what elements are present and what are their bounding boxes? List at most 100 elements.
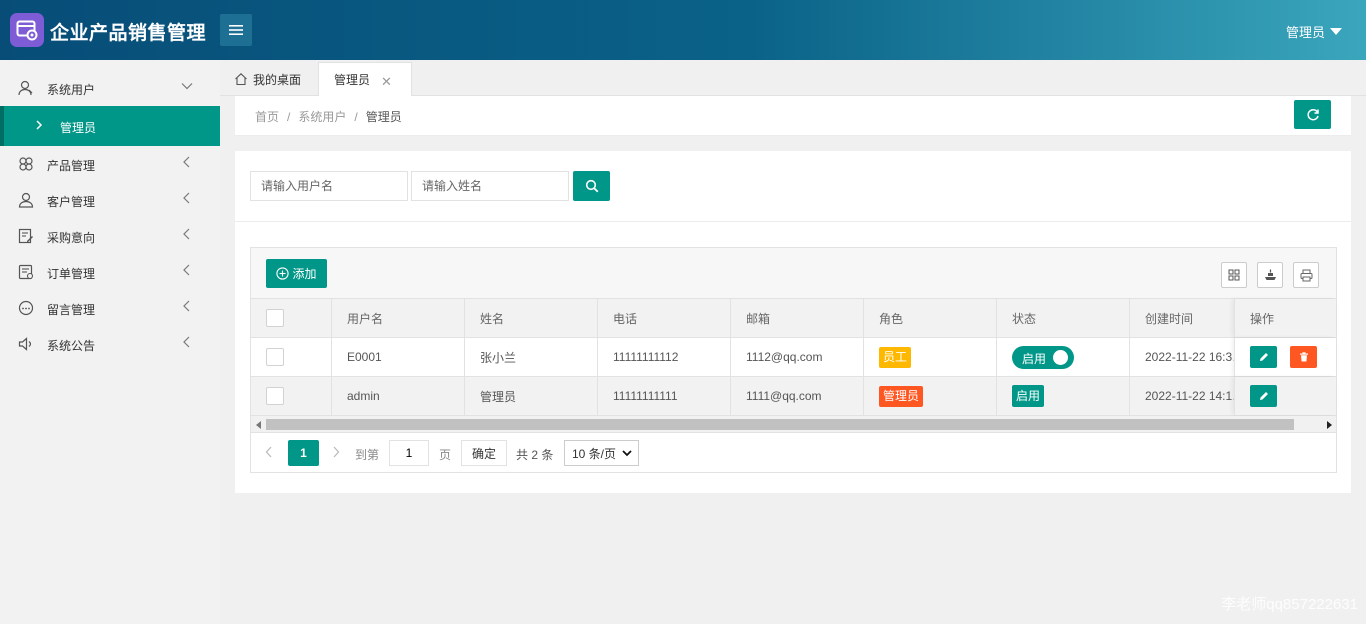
export-icon <box>1264 269 1276 280</box>
column-header[interactable]: 用户名 <box>332 299 465 337</box>
sidebar-item-purchase-intent[interactable]: 采购意向 <box>0 218 220 254</box>
app-title: 企业产品销售管理 <box>50 23 207 44</box>
horizontal-scrollbar[interactable] <box>251 416 1336 433</box>
sidebar-item-announcements[interactable]: 系统公告 <box>0 326 220 362</box>
row-select-cell <box>251 338 332 376</box>
current-page-button[interactable]: 1 <box>288 440 319 466</box>
speaker-icon <box>18 337 32 351</box>
user-icon <box>18 80 33 96</box>
edit-button[interactable] <box>1250 385 1277 407</box>
scroll-left-arrow-icon[interactable] <box>256 421 261 429</box>
status-label: 启用 <box>1012 385 1045 407</box>
table-row: E0001 张小兰 11111111112 1112@qq.com 员工 启用 … <box>251 338 1336 377</box>
column-header: 操作 <box>1250 311 1275 326</box>
search-bar <box>235 151 1351 222</box>
order-icon <box>18 264 34 280</box>
sidebar-item-products[interactable]: 产品管理 <box>0 146 220 182</box>
cell-created: 2022-11-22 16:3… <box>1145 350 1234 364</box>
scroll-right-arrow-icon[interactable] <box>1327 421 1332 429</box>
column-header[interactable]: 角色 <box>864 299 997 337</box>
cell-created: 2022-11-22 14:1… <box>1145 389 1234 403</box>
close-icon[interactable]: ✕ <box>381 74 392 90</box>
printer-icon <box>1300 269 1312 281</box>
status-toggle-label: 启用 <box>1022 351 1047 366</box>
column-header[interactable]: 邮箱 <box>731 299 864 337</box>
username-search-input[interactable] <box>250 171 408 201</box>
add-button-label: 添加 <box>292 267 317 281</box>
chevron-left-icon <box>183 156 190 168</box>
cell-phone: 11111111111 <box>598 377 731 415</box>
top-header: 企业产品销售管理 管理员 <box>0 0 1366 60</box>
clover-icon <box>19 157 33 171</box>
print-button[interactable] <box>1293 262 1319 288</box>
sidebar-item-orders[interactable]: 订单管理 <box>0 254 220 290</box>
caret-down-icon <box>1330 28 1342 35</box>
toggle-knob <box>1053 349 1068 365</box>
user-menu[interactable]: 管理员 <box>1286 22 1342 41</box>
scrollbar-thumb[interactable] <box>266 419 1294 430</box>
refresh-button[interactable] <box>1294 100 1331 129</box>
select-all-checkbox[interactable] <box>266 309 284 327</box>
goto-confirm-button[interactable]: 确定 <box>461 440 507 466</box>
sidebar-subitem-label: 管理员 <box>60 121 97 135</box>
plus-circle-icon <box>276 267 290 280</box>
column-header[interactable]: 创建时间 <box>1130 299 1234 337</box>
breadcrumb-separator: / <box>354 110 358 124</box>
table-row: admin 管理员 11111111111 1111@qq.com 管理员 启用… <box>251 377 1336 416</box>
chevron-left-icon <box>183 228 190 240</box>
column-header[interactable]: 状态 <box>997 299 1130 337</box>
sidebar-toggle-button[interactable] <box>220 14 252 46</box>
delete-button[interactable] <box>1290 346 1317 368</box>
goto-page-input[interactable] <box>389 440 429 466</box>
tab-home[interactable]: 我的桌面 <box>234 62 301 96</box>
column-header[interactable]: 电话 <box>598 299 731 337</box>
chevron-down-icon <box>181 83 193 90</box>
search-icon <box>585 179 598 193</box>
pagination: 1 到第 页 确定 共 2 条 10 条/页 <box>251 433 1336 472</box>
chevron-left-icon <box>183 264 190 276</box>
chevron-down-icon <box>622 450 632 457</box>
total-count: 共 2 条 <box>516 448 554 462</box>
breadcrumb-separator: / <box>287 110 291 124</box>
column-header[interactable]: 姓名 <box>465 299 598 337</box>
column-filter-button[interactable] <box>1221 262 1247 288</box>
cell-name: 张小兰 <box>465 338 598 376</box>
status-toggle[interactable]: 启用 <box>1012 345 1074 369</box>
table-toolbar: 添加 <box>251 248 1336 299</box>
breadcrumb-item-system-users[interactable]: 系统用户 <box>298 110 346 124</box>
add-button[interactable]: 添加 <box>266 259 327 288</box>
actions-header-cell: 操作 <box>1234 299 1336 337</box>
actions-cell <box>1234 338 1336 376</box>
breadcrumb-item-home[interactable]: 首页 <box>255 110 279 124</box>
message-icon <box>18 300 34 316</box>
export-button[interactable] <box>1257 262 1283 288</box>
sidebar-item-label: 客户管理 <box>47 195 96 209</box>
cell-username: admin <box>332 377 465 415</box>
pencil-icon <box>1259 353 1268 361</box>
role-badge: 管理员 <box>879 385 924 407</box>
sidebar-subitem-admin[interactable]: 管理员 <box>0 106 220 146</box>
cell-phone: 11111111112 <box>598 338 731 376</box>
tab-admin[interactable]: 管理员 ✕ <box>318 62 412 96</box>
trash-icon <box>1299 352 1308 362</box>
chevron-right-icon <box>36 120 43 130</box>
row-checkbox[interactable] <box>266 348 284 366</box>
sidebar-item-messages[interactable]: 留言管理 <box>0 290 220 326</box>
person-icon <box>18 192 34 208</box>
cell-email: 1112@qq.com <box>731 338 864 376</box>
next-page-icon[interactable] <box>332 445 340 461</box>
role-badge: 员工 <box>879 346 912 368</box>
app-logo-icon <box>10 13 44 47</box>
search-button[interactable] <box>573 171 610 201</box>
page-size-select[interactable]: 10 条/页 <box>564 440 639 466</box>
sidebar-item-system-users[interactable]: 系统用户 <box>0 70 220 106</box>
cell-role: 员工 <box>864 338 997 376</box>
sidebar-item-customers[interactable]: 客户管理 <box>0 182 220 218</box>
prev-page-icon[interactable] <box>265 445 273 461</box>
name-search-input[interactable] <box>411 171 569 201</box>
edit-button[interactable] <box>1250 346 1277 368</box>
breadcrumb: 首页 / 系统用户 / 管理员 <box>255 108 402 125</box>
breadcrumb-bar: 首页 / 系统用户 / 管理员 <box>235 96 1351 136</box>
chevron-left-icon <box>183 192 190 204</box>
row-checkbox[interactable] <box>266 387 284 405</box>
